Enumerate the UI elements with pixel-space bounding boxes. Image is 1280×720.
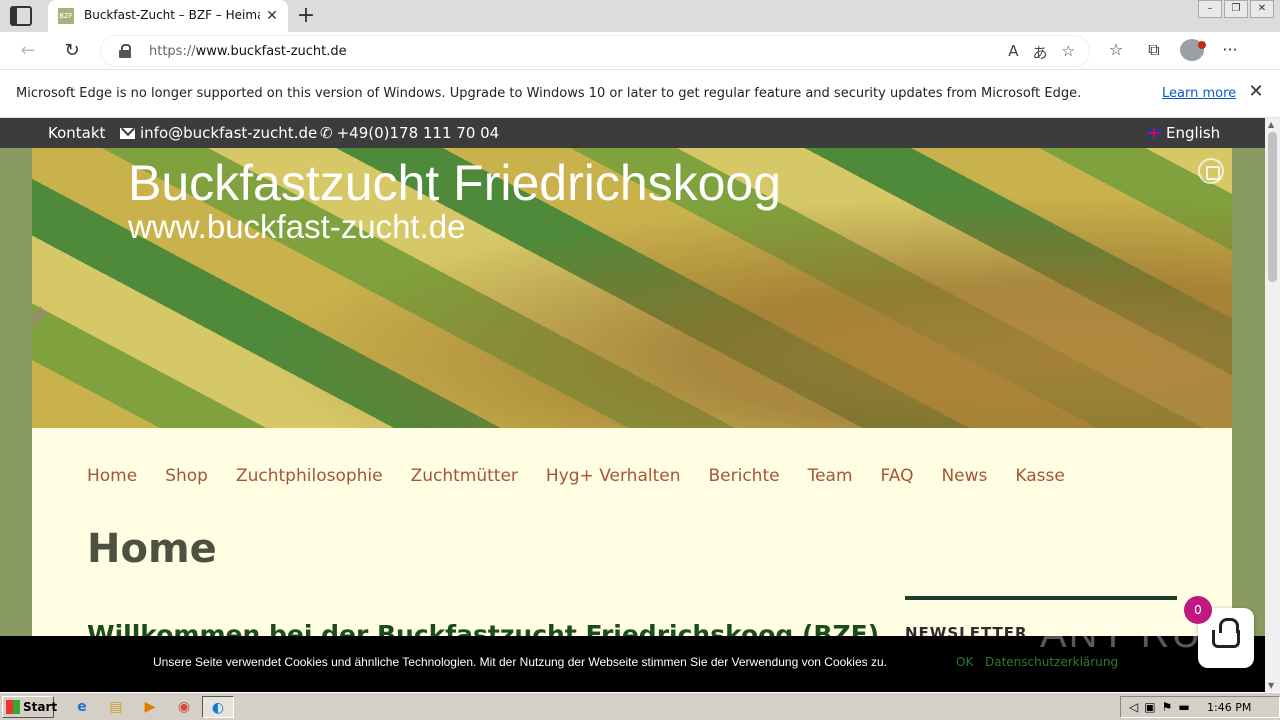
menu-item-faq[interactable]: FAQ <box>881 466 914 486</box>
email-link[interactable]: info@buckfast-zucht.de <box>120 124 317 142</box>
folder-icon[interactable]: ▤ <box>100 696 132 718</box>
envelope-icon <box>120 128 135 139</box>
url-text[interactable]: https://www.buckfast-zucht.de <box>149 44 347 59</box>
favorites-icon[interactable]: ☆ <box>1104 38 1128 68</box>
start-button[interactable]: Start <box>2 696 57 718</box>
browser-tab[interactable]: BZF Buckfast-Zucht – BZF – Heimat h ✕ <box>48 0 288 32</box>
menu-item-zuchtmuetter[interactable]: Zuchtmütter <box>411 466 518 486</box>
back-button[interactable]: ← <box>16 39 40 63</box>
menu-item-berichte[interactable]: Berichte <box>708 466 779 486</box>
infobar-close-icon[interactable]: ✕ <box>1246 82 1266 102</box>
action-center-flag-icon[interactable]: ⚑ <box>1162 700 1173 714</box>
menu-item-kasse[interactable]: Kasse <box>1015 466 1064 486</box>
tab-title: Buckfast-Zucht – BZF – Heimat h <box>84 8 260 22</box>
privacy-policy-link[interactable]: Datenschutzerklärung <box>985 655 1118 669</box>
hero-banner: Buckfastzucht Friedrichskoog www.buckfas… <box>32 148 1232 428</box>
menu-item-zuchtphilosophie[interactable]: Zuchtphilosophie <box>236 466 383 486</box>
taskbar: Start e ▤ ▶ ◉ ◐ ◁ ▣ ⚑ ▬ 1:46 PM <box>0 692 1280 720</box>
uk-flag-icon <box>1147 128 1161 138</box>
network-icon[interactable]: ▣ <box>1144 700 1155 714</box>
tab-close-icon[interactable]: ✕ <box>262 6 282 26</box>
main-menu: Home Shop Zuchtphilosophie Zuchtmütter H… <box>87 466 1065 486</box>
page-title: Home <box>87 526 217 572</box>
tab-actions-icon[interactable] <box>10 6 32 26</box>
sidebar-divider <box>905 596 1177 600</box>
close-window-button[interactable]: ✕ <box>1250 0 1274 18</box>
unsupported-infobar: Microsoft Edge is no longer supported on… <box>0 70 1280 118</box>
page-viewport: Kontakt info@buckfast-zucht.de ✆ +49(0)17… <box>0 118 1265 692</box>
address-bar-icons: A あ ☆ <box>1008 42 1075 63</box>
edge-icon[interactable]: ◐ <box>202 696 234 718</box>
hero-road-shape <box>32 238 492 428</box>
learn-more-link[interactable]: Learn more <box>1162 86 1236 101</box>
add-favorite-icon[interactable]: ☆ <box>1062 42 1075 63</box>
scroll-thumb[interactable] <box>1268 132 1277 282</box>
contact-link[interactable]: Kontakt <box>48 124 105 142</box>
chrome-icon[interactable]: ◉ <box>168 696 200 718</box>
window-controls: – ❐ ✕ <box>1196 0 1274 20</box>
site-topbar: Kontakt info@buckfast-zucht.de ✆ +49(0)17… <box>0 118 1265 148</box>
menu-item-hyg-verhalten[interactable]: Hyg+ Verhalten <box>546 466 681 486</box>
site-subtitle: www.buckfast-zucht.de <box>128 208 466 245</box>
scroll-down-icon[interactable]: ▼ <box>1268 681 1274 690</box>
phone-text: +49(0)178 111 70 04 <box>336 124 500 142</box>
tray-icons: ◁ ▣ ⚑ ▬ <box>1129 700 1190 714</box>
menu-item-home[interactable]: Home <box>87 466 137 486</box>
language-label: English <box>1166 124 1221 142</box>
infobar-message: Microsoft Edge is no longer supported on… <box>16 86 1082 101</box>
site-title[interactable]: Buckfastzucht Friedrichskoog <box>128 154 781 212</box>
navigation-bar: ← ↻ https://www.buckfast-zucht.de A あ ☆ … <box>0 32 1280 70</box>
volume-icon[interactable]: ◁ <box>1129 700 1138 714</box>
read-aloud-icon[interactable]: A <box>1008 42 1018 63</box>
browser-toolbar: ☆ ⧉ ··· <box>1104 38 1242 68</box>
page-scrollbar[interactable]: ▲ ▼ <box>1265 118 1280 692</box>
phone-link[interactable]: ✆ +49(0)178 111 70 04 <box>320 124 499 142</box>
address-bar[interactable]: https://www.buckfast-zucht.de A あ ☆ <box>100 35 1090 67</box>
cookie-ok-button[interactable]: OK <box>956 655 973 669</box>
avatar-icon <box>1180 39 1206 61</box>
phone-icon: ✆ <box>320 124 333 142</box>
favicon-icon: BZF <box>58 8 74 24</box>
ie-icon[interactable]: e <box>66 696 98 718</box>
new-tab-button[interactable]: + <box>294 4 318 28</box>
menu-item-news[interactable]: News <box>941 466 987 486</box>
profile-avatar[interactable] <box>1180 38 1206 68</box>
system-tray: ◁ ▣ ⚑ ▬ 1:46 PM <box>1120 696 1280 718</box>
email-text: info@buckfast-zucht.de <box>140 124 318 142</box>
language-switch[interactable]: English <box>1147 124 1220 142</box>
translate-icon[interactable]: あ <box>1033 42 1048 63</box>
menu-item-shop[interactable]: Shop <box>165 466 208 486</box>
basket-icon <box>1212 618 1240 648</box>
lock-icon[interactable] <box>119 44 131 58</box>
taskbar-apps: e ▤ ▶ ◉ ◐ <box>66 696 234 718</box>
scroll-up-icon[interactable]: ▲ <box>1268 120 1274 129</box>
taskbar-clock[interactable]: 1:46 PM <box>1207 701 1251 714</box>
cart-count-badge: 0 <box>1184 596 1212 624</box>
media-player-icon[interactable]: ▶ <box>134 696 166 718</box>
cookie-text: Unsere Seite verwendet Cookies und ähnli… <box>153 655 887 669</box>
more-menu-button[interactable]: ··· <box>1218 38 1242 68</box>
menu-item-team[interactable]: Team <box>808 466 853 486</box>
minimize-button[interactable]: – <box>1198 0 1222 18</box>
restore-button[interactable]: ❐ <box>1224 0 1248 18</box>
visual-search-icon[interactable] <box>1198 158 1224 184</box>
display-icon[interactable]: ▬ <box>1178 700 1189 714</box>
reload-button[interactable]: ↻ <box>60 39 84 63</box>
collections-icon[interactable]: ⧉ <box>1142 38 1166 68</box>
tab-strip: BZF Buckfast-Zucht – BZF – Heimat h ✕ + … <box>0 0 1280 32</box>
